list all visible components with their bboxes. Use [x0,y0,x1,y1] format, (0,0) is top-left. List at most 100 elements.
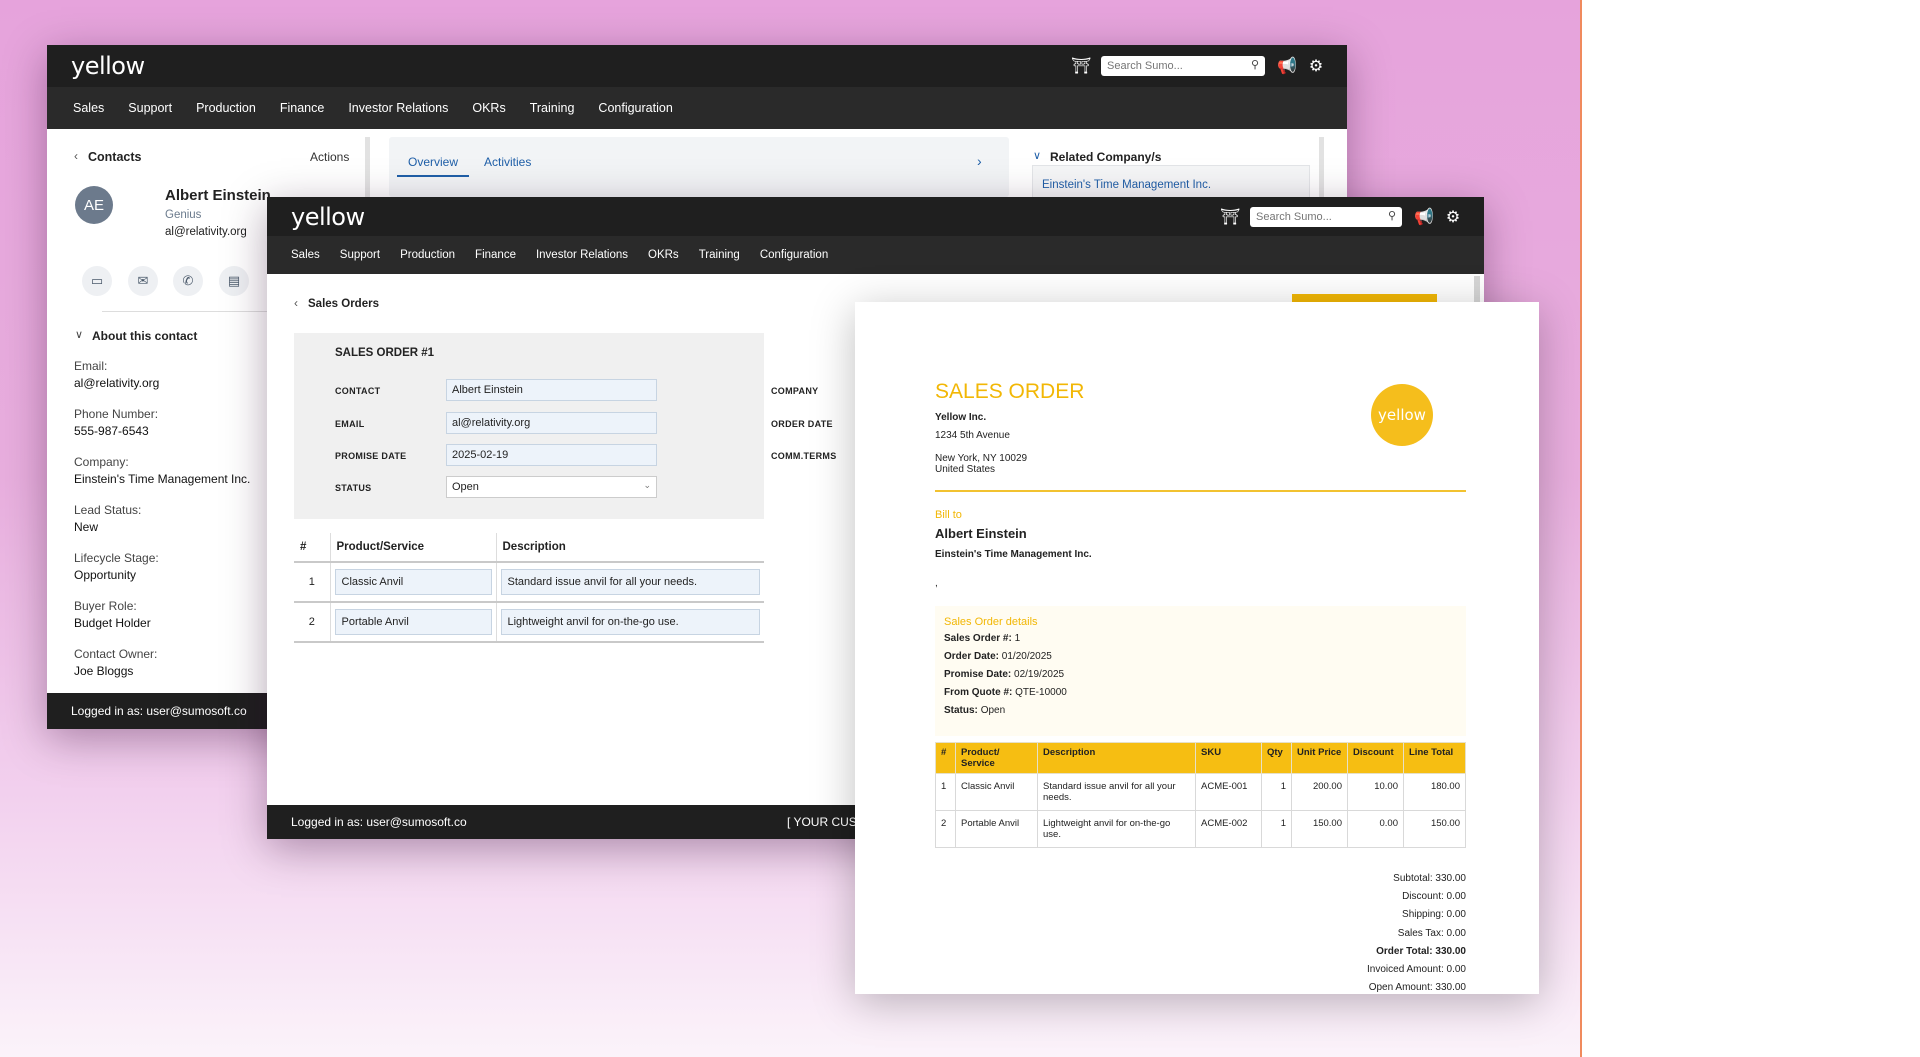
breadcrumb-contacts[interactable]: Contacts [88,150,141,164]
search-input[interactable] [1256,210,1386,223]
tabs-panel [389,137,1009,197]
field-value-email: al@relativity.org [74,376,160,390]
status-select-value: Open [452,481,479,493]
cell-line-total: 180.00 [1403,773,1466,811]
search-input[interactable] [1107,60,1237,72]
detail-value: QTE-10000 [1015,687,1067,698]
nav-finance[interactable]: Finance [280,101,324,115]
contact-email[interactable]: al@relativity.org [165,226,247,238]
search-icon[interactable]: ⚲ [1251,58,1259,71]
chevron-down-icon-related[interactable]: ∨ [1033,149,1041,162]
description-field[interactable]: Lightweight anvil for on-the-go use. [500,609,760,635]
description-field[interactable]: Standard issue anvil for all your needs. [500,569,760,595]
subtotal: Subtotal: 330.00 [1393,873,1466,884]
detail-order-date: Order Date: 01/20/2025 [944,651,1052,662]
label-promise-date: PROMISE DATE [335,451,407,461]
detail-quote: From Quote #: QTE-10000 [944,687,1067,698]
detail-label: Order Date: [944,651,1000,662]
calendar-icon[interactable]: ▤ [219,266,249,296]
nav-production[interactable]: Production [400,249,455,261]
email-icon[interactable]: ✉ [128,266,158,296]
nav-sales[interactable]: Sales [291,249,320,261]
tab-underline [397,175,469,177]
main-nav: Sales Support Production Finance Investo… [267,236,1484,274]
related-company-link[interactable]: Einstein's Time Management Inc. [1042,179,1211,191]
nav-support[interactable]: Support [340,249,380,261]
cell-line-total: 150.00 [1403,810,1466,848]
nav-production[interactable]: Production [196,101,256,115]
gear-icon[interactable]: ⚙ [1444,207,1462,227]
nav-support[interactable]: Support [128,101,172,115]
cell-qty: 1 [1261,810,1292,848]
megaphone-icon[interactable]: 📢 [1414,207,1434,227]
nav-okrs[interactable]: OKRs [648,249,679,261]
nav-training[interactable]: Training [699,249,740,261]
gear-icon[interactable]: ⚙ [1307,56,1325,76]
detail-promise-date: Promise Date: 02/19/2025 [944,669,1064,680]
nav-finance[interactable]: Finance [475,249,516,261]
promise-date-field[interactable]: 2025-02-19 [446,444,657,466]
contact-title: Genius [165,209,202,221]
field-label-phone: Phone Number: [74,407,159,421]
detail-value: 02/19/2025 [1014,669,1065,680]
field-value-lead-status: New [74,520,99,534]
detail-label: From Quote #: [944,687,1013,698]
col-product: Product/ Service [955,742,1038,774]
bill-to-name: Albert Einstein [935,526,1027,541]
nav-training[interactable]: Training [530,101,575,115]
table-row: 1 Classic Anvil Standard issue anvil for… [935,773,1466,811]
nav-investor-relations[interactable]: Investor Relations [348,101,448,115]
address-line-1: 1234 5th Avenue [935,430,1010,441]
chevron-down-icon: ⌄ [643,480,651,490]
row-number: 1 [294,562,331,603]
cell-product: Portable Anvil [955,810,1038,848]
related-heading[interactable]: Related Company/s [1050,150,1161,164]
search-icon[interactable]: ⚲ [1388,209,1396,222]
breadcrumb-sales-orders[interactable]: Sales Orders [308,298,379,310]
contact-field[interactable]: Albert Einstein [446,379,657,401]
actions-menu[interactable]: Actions [310,150,349,164]
product-field[interactable]: Portable Anvil [334,609,492,635]
about-heading[interactable]: About this contact [92,329,197,343]
main-nav: Sales Support Production Finance Investo… [47,87,1347,129]
email-field[interactable]: al@relativity.org [446,412,657,434]
cell-sku: ACME-001 [1195,773,1262,811]
chevron-left-icon[interactable]: ‹ [74,149,78,163]
nav-okrs[interactable]: OKRs [472,101,505,115]
label-email: EMAIL [335,419,365,429]
nav-configuration[interactable]: Configuration [760,249,828,261]
chevron-left-icon[interactable]: ‹ [294,296,298,310]
col-number: # [294,533,331,563]
nav-sales[interactable]: Sales [73,101,104,115]
search-box[interactable]: ⚲ [1101,56,1265,76]
search-box[interactable]: ⚲ [1250,206,1402,227]
field-label-email: Email: [74,359,108,373]
chevron-right-icon[interactable]: › [977,153,982,169]
action-button[interactable] [1292,294,1437,302]
row-number: 2 [294,602,331,643]
nav-investor-relations[interactable]: Investor Relations [536,249,628,261]
discount-total: Discount: 0.00 [1402,891,1466,903]
status-select[interactable]: Open ⌄ [446,476,657,498]
phone-icon[interactable]: ✆ [173,266,203,296]
field-value-company: Einstein's Time Management Inc. [74,472,251,486]
note-icon[interactable]: ▭ [82,266,112,296]
tab-overview[interactable]: Overview [408,155,458,169]
cell-product: Classic Anvil [955,773,1038,811]
yellow-logo[interactable]: yellow [291,203,365,231]
cell-unit-price: 200.00 [1291,773,1348,811]
nav-configuration[interactable]: Configuration [598,101,672,115]
detail-label: Sales Order #: [944,633,1012,644]
bill-to-extra: , [935,578,938,589]
chevron-down-icon[interactable]: ∨ [75,328,83,341]
product-field[interactable]: Classic Anvil [334,569,492,595]
yellow-logo[interactable]: yellow [71,52,145,80]
sales-tax-total: Sales Tax: 0.00 [1397,927,1466,939]
torii-icon[interactable]: ⛩ [1071,56,1091,76]
torii-icon[interactable]: ⛩ [1220,207,1240,227]
cell-description: Standard issue anvil for all your needs. [1037,773,1196,811]
tab-activities[interactable]: Activities [484,155,531,169]
document-line-items: # Product/ Service Description SKU Qty U… [935,742,1466,848]
megaphone-icon[interactable]: 📢 [1277,56,1297,76]
line-items-table: # Product/Service Description 1 Classic … [294,533,764,643]
